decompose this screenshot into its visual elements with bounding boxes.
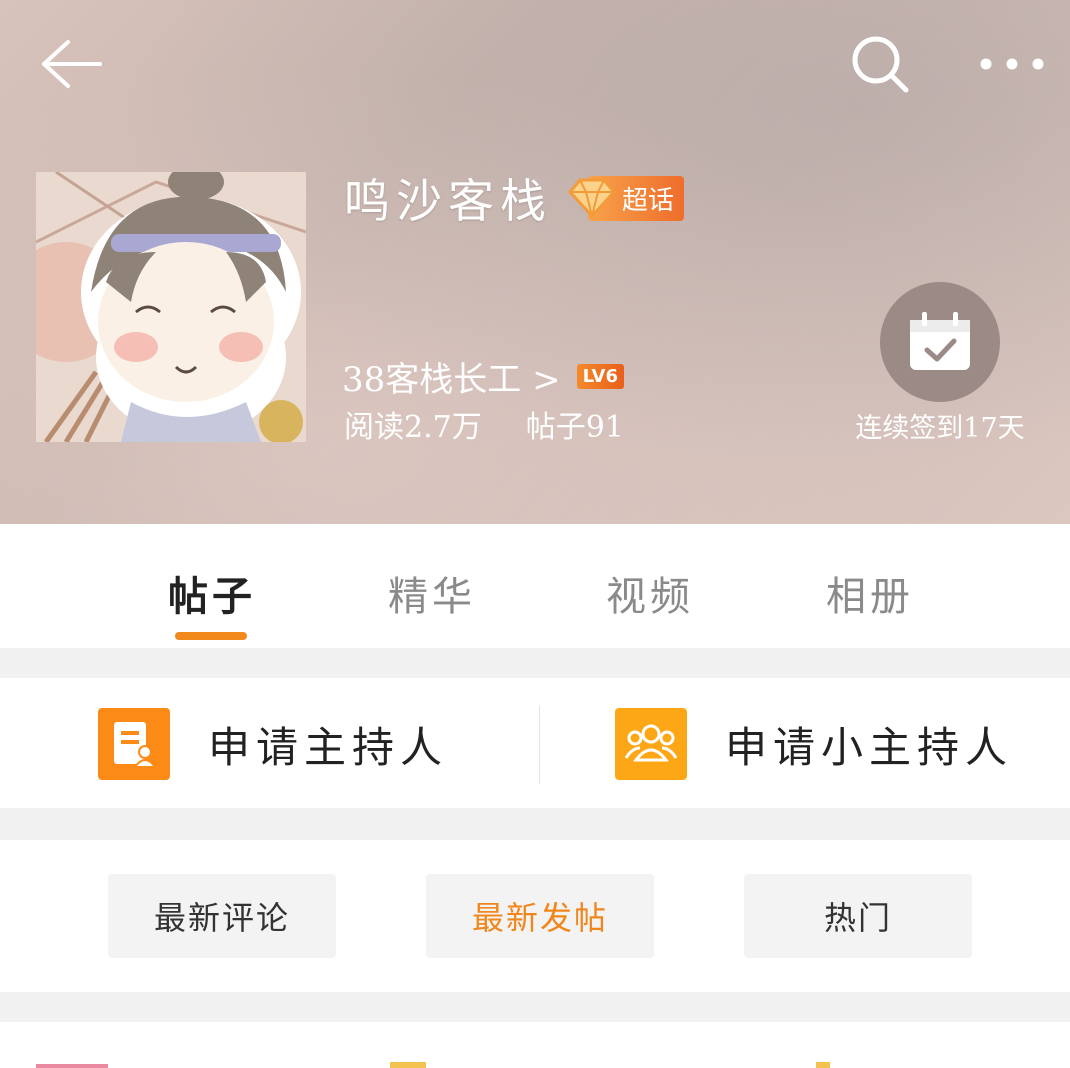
feed-item-thumb-3 [816, 1062, 830, 1068]
tab-albums[interactable]: 相册 [826, 564, 914, 622]
apply-small-host-label: 申请小主持人 [725, 722, 1014, 772]
active-tab-indicator [175, 632, 247, 640]
more-icon[interactable] [974, 44, 1050, 84]
tab-bar: 帖子 精华 视频 相册 [0, 524, 1070, 648]
apply-divider [539, 706, 540, 784]
sort-hot-button[interactable]: 热门 [744, 874, 972, 958]
topic-title: 鸣沙客栈 [344, 174, 552, 228]
level-badge: LV6 [576, 364, 625, 389]
rank-text[interactable]: 38客栈长工 > [342, 352, 561, 401]
topic-title-row: 鸣沙客栈 超话 [344, 168, 685, 228]
sort-latest-post-button[interactable]: 最新发帖 [426, 874, 654, 958]
search-icon[interactable] [848, 32, 912, 96]
feed-start [0, 1022, 1070, 1068]
checkin-button[interactable] [880, 282, 1000, 402]
reads-count: 阅读2.7万 [344, 410, 482, 445]
apply-host-button[interactable]: 申请主持人 [98, 708, 448, 780]
apply-section: 申请主持人 申请小主持人 [0, 678, 1070, 808]
back-icon[interactable] [36, 36, 106, 92]
posts-count: 帖子91 [525, 410, 624, 445]
diamond-icon [568, 178, 616, 219]
checkin-streak: 连续签到17天 [855, 413, 1025, 444]
sort-bar: 最新评论 最新发帖 热门 [0, 840, 1070, 992]
stats-row: 阅读2.7万 帖子91 [344, 402, 624, 446]
rank-row[interactable]: 38客栈长工 > LV6 [342, 352, 625, 401]
tab-videos[interactable]: 视频 [606, 564, 694, 622]
feed-item-thumb-1 [36, 1064, 108, 1068]
topic-avatar[interactable] [36, 172, 306, 442]
apply-host-label: 申请主持人 [208, 722, 449, 772]
apply-small-host-button[interactable]: 申请小主持人 [615, 708, 1013, 780]
feed-item-thumb-2 [390, 1062, 426, 1068]
supertopic-badge: 超话 [566, 175, 685, 221]
group-icon [615, 708, 687, 780]
tab-featured[interactable]: 精华 [388, 564, 476, 622]
sort-latest-comment-button[interactable]: 最新评论 [108, 874, 336, 958]
document-person-icon [98, 708, 170, 780]
tab-posts[interactable]: 帖子 [168, 564, 256, 622]
topic-header: 鸣沙客栈 超话 38客栈长工 > LV6 阅读2.7万 帖子91 连续签到17天 [0, 0, 1070, 524]
calendar-check-icon [910, 312, 970, 370]
